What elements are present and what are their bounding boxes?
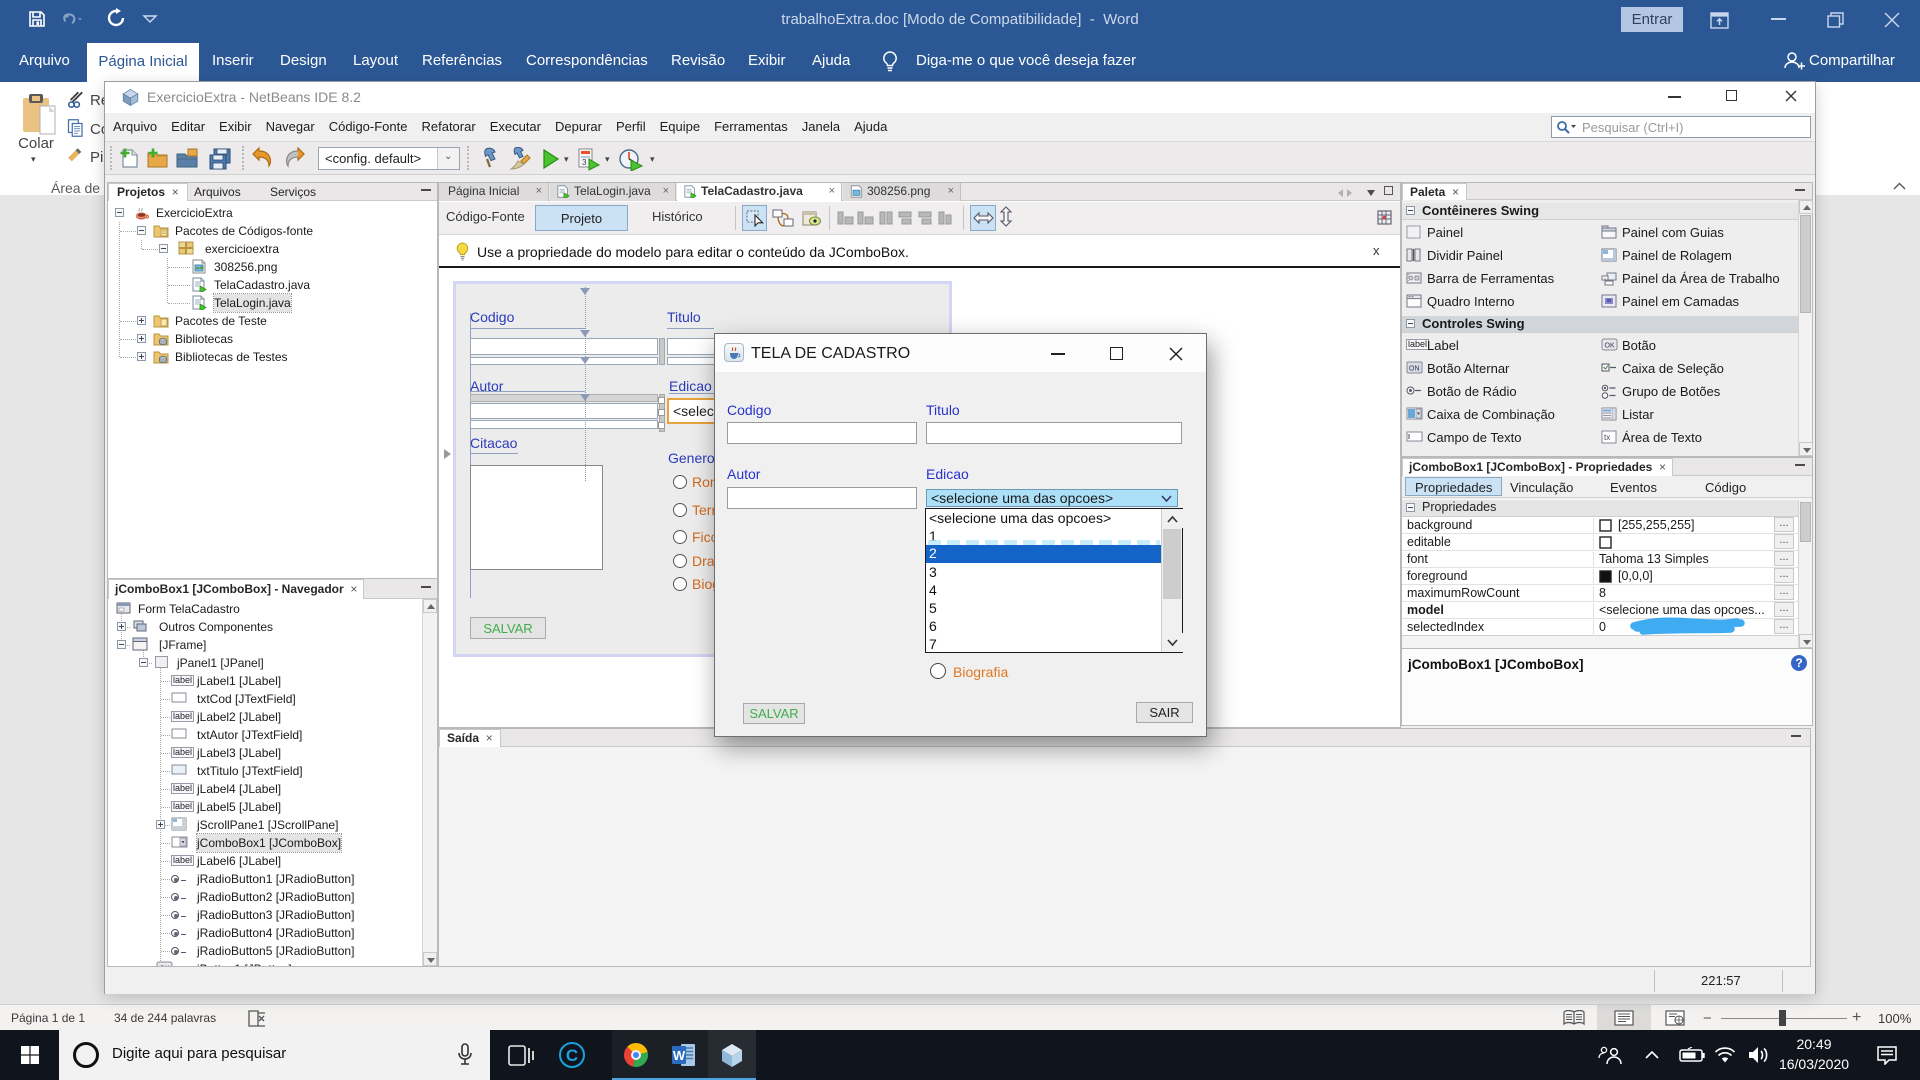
svg-text:OK: OK bbox=[1605, 343, 1615, 350]
svg-text:tx: tx bbox=[1604, 433, 1610, 442]
svg-text:OK: OK bbox=[160, 966, 170, 967]
svg-text:W: W bbox=[673, 1048, 686, 1063]
svg-text:ON: ON bbox=[1409, 366, 1420, 373]
